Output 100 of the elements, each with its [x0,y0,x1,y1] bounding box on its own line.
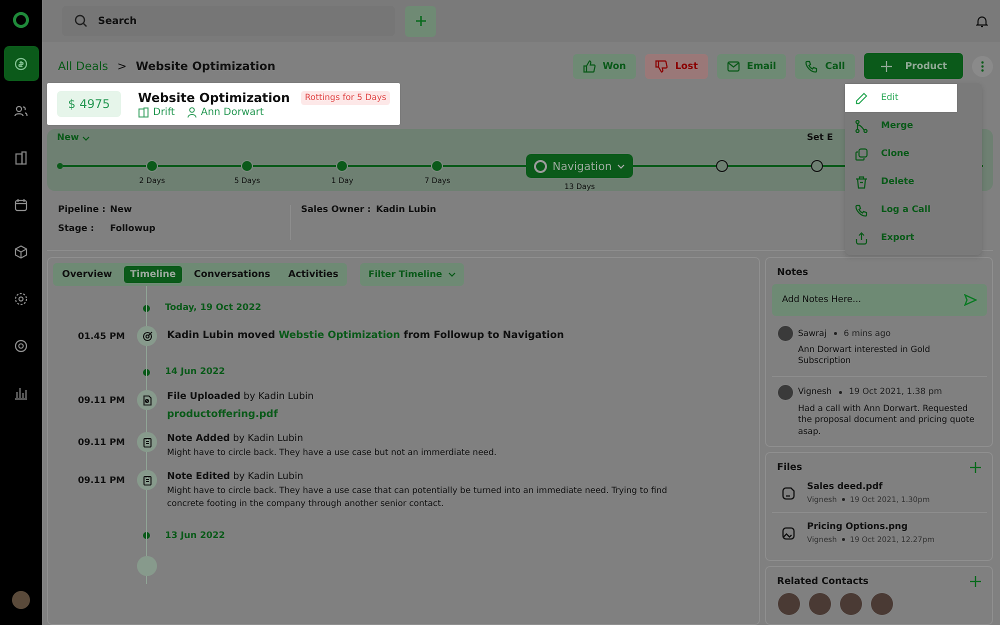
chevron-down-icon [616,164,625,168]
note-text: Might have to circle back. They have a use case but not an immerdiate need. [167,447,498,460]
card-title: Related Contacts [777,576,869,588]
timeline-date: Today, 19 Oct 2022 [165,303,262,313]
trash-icon [855,176,868,188]
note-time: 19 Oct 2021, 1.38 pm [848,387,942,398]
deal-title: Website Optimization [138,90,290,105]
deals-nav-item[interactable] [4,46,38,81]
event-title: File Uploaded by Kadin Lubin [167,391,315,402]
note-author: Sawraj [798,328,827,338]
ring-icon [534,160,548,172]
gear-icon [14,292,28,306]
upload-icon [855,232,868,244]
plus-icon [880,60,894,72]
target-icon [14,338,28,352]
event-title: Note Edited by Kadin Lubin [167,471,304,482]
event-time: 09.11 PM [76,437,125,448]
edit-menu-item[interactable]: Edit [845,84,957,112]
current-stage-button[interactable]: Navigation [526,154,633,178]
tab[interactable]: Conversations [188,266,276,283]
note-input-field[interactable]: Add Notes Here... [772,284,987,316]
calendar-icon [14,198,28,212]
person-icon [186,107,197,118]
contact-avatar[interactable] [809,593,831,616]
document-file-icon [782,486,795,500]
box-icon [14,244,28,258]
separator-dot [842,538,845,542]
card-title: Files [777,462,802,474]
chevron-down-icon [448,272,456,277]
field-value: Followup [110,224,156,234]
completed-stage-dot[interactable] [241,160,254,172]
mail-icon [726,60,740,72]
people-icon [14,104,28,118]
clone-menu-item[interactable]: Clone [845,140,957,168]
field-label: Pipeline : [58,205,107,215]
company-link[interactable]: Drift [153,107,175,118]
tab[interactable]: Timeline [124,266,182,283]
filter-timeline-dropdown[interactable]: Filter Timeline [360,263,464,286]
timeline-date: 13 Jun 2022 [165,530,226,541]
avatar [778,384,793,400]
field-value: New [110,205,132,215]
thumbs-down-icon [655,60,668,72]
phone-icon [855,204,868,216]
search-field[interactable]: Search [62,6,395,36]
vertical-dots-icon [981,60,984,72]
pipeline-dropdown[interactable]: New [57,133,90,143]
set-end-label[interactable]: Set E [806,133,833,143]
event-time: 01.45 PM [76,331,125,342]
event-time: 09.11 PM [76,395,125,406]
completed-stage-dot[interactable] [146,160,158,172]
breadcrumb-link[interactable]: All Deals [58,59,108,73]
user-avatar[interactable] [12,591,30,609]
image-file-icon [782,526,795,540]
completed-stage-dot[interactable] [431,160,444,172]
call-button[interactable]: Call [795,54,856,78]
call-menu-item[interactable]: Log a Call [845,196,957,224]
contact-avatar[interactable] [840,593,862,616]
won-button[interactable]: Won [572,54,636,78]
merge-icon [855,120,868,132]
event-time: 09.11 PM [76,475,125,486]
send-icon[interactable] [964,294,977,306]
plus-icon [414,15,426,27]
contact-avatar[interactable] [778,593,800,616]
timeline-date: 14 Jun 2022 [165,367,226,377]
contact-link[interactable]: Ann Dorwart [200,107,264,118]
breadcrumb-separator: > [117,59,127,73]
product-button[interactable]: Product [864,53,963,79]
copy-icon [855,148,868,160]
note-text: Might have to circle back. They have a use case that can potentially be turned into an immediate need. Trying to find concrete footing in the company through another senior contact. [167,485,668,510]
tab[interactable]: Activities [282,266,344,283]
pending-stage-circle[interactable] [716,160,728,172]
separator-dot [834,332,837,335]
completed-stage-dot[interactable] [336,160,348,172]
event-description: Kadin Lubin moved Webstie Optimization from Followup to Navigation [167,329,565,341]
separator-dot [842,498,845,502]
breadcrumb-current: Website Optimization [136,59,276,73]
logo-icon [12,11,30,29]
add-icon[interactable] [970,576,981,588]
event-title: Note Added by Kadin Lubin [167,433,304,444]
file-name[interactable]: Pricing Options.png [807,522,935,532]
contact-avatar[interactable] [871,593,893,616]
email-button[interactable]: Email [716,54,786,78]
deal-amount: $ 4975 [57,91,121,117]
deal-link[interactable]: Webstie Optimization [278,330,400,341]
delete-menu-item[interactable]: Delete [845,168,957,196]
dollar-icon [14,56,28,70]
lost-button[interactable]: Lost [645,54,708,78]
building-icon [138,107,149,118]
tab[interactable]: Overview [56,266,118,283]
bell-icon[interactable] [976,14,988,28]
add-button[interactable] [405,6,436,36]
merge-menu-item[interactable]: Merge [845,112,957,140]
file-name[interactable]: Sales deed.pdf [807,482,930,492]
field-label: Stage : [58,224,96,234]
more-options-button[interactable] [972,56,993,76]
add-icon[interactable] [970,462,981,474]
phone-icon [805,60,818,72]
file-link[interactable]: productoffering.pdf [167,409,278,420]
note-text: Ann Dorwart interested in Gold Subscription [797,345,932,368]
export-menu-item[interactable]: Export [845,224,957,252]
